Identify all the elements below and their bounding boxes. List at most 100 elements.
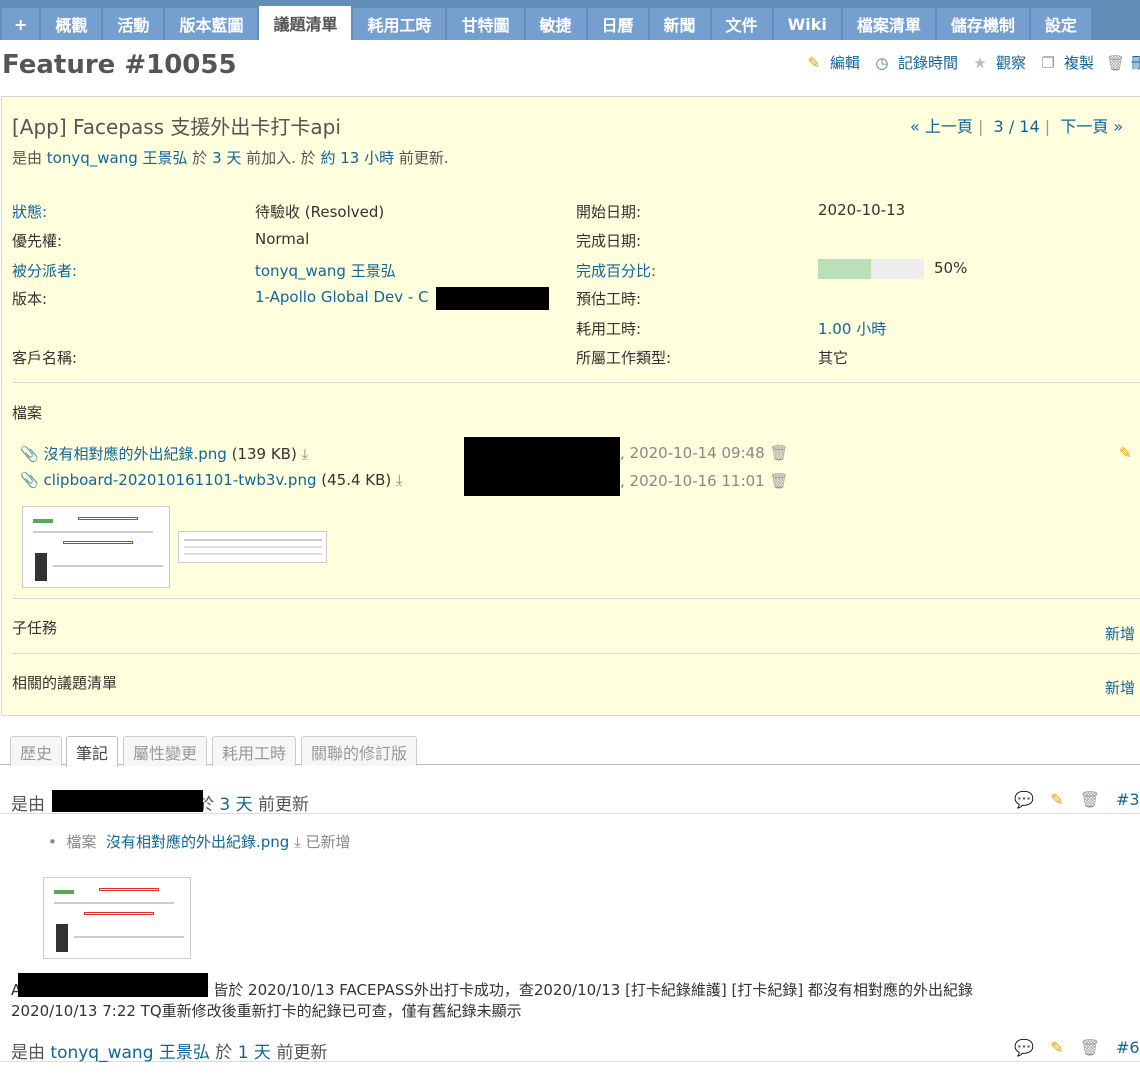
tab-label: 屬性變更 bbox=[133, 743, 198, 763]
tab-revisions[interactable]: 關聯的修訂版 bbox=[301, 736, 418, 766]
log-time-button[interactable]: ◷ 記錄時間 bbox=[872, 52, 958, 73]
attachment-thumbnail[interactable] bbox=[178, 531, 327, 563]
issue-pager: « 上一頁 | 3 / 14 | 下一頁 » bbox=[910, 117, 1124, 136]
tab-label: 關聯的修訂版 bbox=[311, 743, 408, 763]
priority-value: Normal bbox=[255, 230, 310, 248]
add-relation-link[interactable]: 新增 bbox=[1105, 677, 1135, 698]
status-value: 待驗收 (Resolved) bbox=[255, 203, 385, 221]
tab-time-entries[interactable]: 耗用工時 bbox=[212, 736, 297, 766]
journal-author-link[interactable]: tonyq_wang 王景弘 bbox=[50, 1043, 209, 1063]
download-icon[interactable]: ⤓ bbox=[302, 445, 309, 463]
version-label: 版本: bbox=[12, 290, 48, 308]
position-link[interactable]: 3 / 14 bbox=[994, 117, 1040, 136]
version-value[interactable]: 1-Apollo Global Dev - C bbox=[255, 288, 429, 306]
tab-label: 耗用工時 bbox=[222, 743, 287, 763]
tab-time-entries[interactable]: 耗用工時 bbox=[353, 8, 446, 40]
thumb-detail bbox=[184, 539, 322, 541]
journal-number[interactable]: #6 bbox=[1116, 1038, 1140, 1057]
done-ratio-value: 50% bbox=[934, 259, 968, 277]
tab-label: + bbox=[14, 14, 28, 34]
journal-note-line: 2020/10/13 7:22 TQ重新修改後重新打卡的紀錄已可查，僅有舊紀錄未… bbox=[11, 1002, 522, 1020]
tab-news[interactable]: 新聞 bbox=[649, 8, 710, 40]
assignee-value[interactable]: tonyq_wang 王景弘 bbox=[255, 260, 396, 281]
page-title: Feature #10055 bbox=[2, 50, 237, 80]
detail-label: 檔案 bbox=[66, 833, 97, 851]
redaction-box bbox=[52, 790, 203, 812]
trash-icon[interactable]: 🗑 bbox=[770, 444, 789, 462]
updated-link[interactable]: 約 13 小時 bbox=[320, 149, 394, 167]
copy-button[interactable]: ❐ 複製 bbox=[1038, 52, 1094, 73]
tab-new[interactable]: + bbox=[2, 8, 40, 40]
spent-value: 1.00 小時 bbox=[818, 318, 886, 339]
trash-icon[interactable]: 🗑 bbox=[1080, 1038, 1100, 1057]
tab-repository[interactable]: 儲存機制 bbox=[936, 8, 1029, 40]
next-link[interactable]: 下一頁 » bbox=[1060, 117, 1123, 136]
journal-number[interactable]: #3 bbox=[1116, 790, 1140, 809]
tab-label: 日曆 bbox=[601, 16, 634, 35]
tab-calendar[interactable]: 日曆 bbox=[587, 8, 648, 40]
journal-when-link[interactable]: 1 天 bbox=[238, 1043, 271, 1063]
redaction-box bbox=[464, 437, 620, 496]
status-label[interactable]: 狀態: bbox=[12, 201, 47, 222]
tab-label: 耗用工時 bbox=[367, 16, 432, 35]
pencil-icon[interactable]: ✎ bbox=[1119, 444, 1132, 462]
prev-link[interactable]: « 上一頁 bbox=[910, 117, 973, 136]
watch-label: 觀察 bbox=[995, 54, 1026, 72]
priority-label: 優先權: bbox=[12, 232, 63, 250]
tab-wiki[interactable]: Wiki bbox=[773, 8, 841, 40]
tab-label: 儲存機制 bbox=[950, 16, 1015, 35]
tab-settings[interactable]: 設定 bbox=[1030, 8, 1091, 40]
files-title: 檔案 bbox=[12, 404, 43, 422]
tab-property-changes[interactable]: 屬性變更 bbox=[123, 736, 208, 766]
trash-icon[interactable]: 🗑 bbox=[1080, 790, 1100, 809]
pencil-icon[interactable]: ✎ bbox=[1050, 1038, 1063, 1057]
journal-when-link[interactable]: 3 天 bbox=[219, 795, 252, 815]
author-link[interactable]: tonyq_wang 王景弘 bbox=[47, 149, 188, 167]
tab-label: 概觀 bbox=[55, 16, 88, 35]
journal-actions: 💬 ✎ 🗑 #3 bbox=[1014, 790, 1140, 809]
pencil-icon[interactable]: ✎ bbox=[1050, 790, 1063, 809]
spent-link[interactable]: 1.00 bbox=[818, 320, 851, 338]
comment-icon[interactable]: 💬 bbox=[1014, 1038, 1034, 1057]
copy-label: 複製 bbox=[1063, 54, 1094, 72]
file-date-text: , 2020-10-14 09:48 bbox=[620, 444, 765, 462]
journal-header: 是由 tonyq_wang 王景弘 於 1 天 前更新 💬 ✎ 🗑 #6 bbox=[0, 1036, 1140, 1063]
tab-roadmap[interactable]: 版本藍圖 bbox=[165, 8, 258, 40]
download-icon[interactable]: ⤓ bbox=[396, 471, 403, 489]
tab-activity[interactable]: 活動 bbox=[103, 8, 164, 40]
paperclip-icon: 📎 bbox=[20, 471, 39, 489]
journal-thumbnail[interactable] bbox=[43, 877, 191, 959]
trash-icon[interactable]: 🗑 bbox=[770, 472, 789, 490]
done-ratio-label[interactable]: 完成百分比: bbox=[576, 260, 656, 281]
detail-action: 已新增 bbox=[305, 833, 351, 851]
tab-label: 新聞 bbox=[663, 16, 696, 35]
watch-button[interactable]: ★ 觀察 bbox=[970, 52, 1026, 73]
thumb-detail bbox=[33, 531, 153, 533]
attachment-thumbnail[interactable] bbox=[22, 506, 170, 588]
contextual-actions: ✎ 編輯 ◷ 記錄時間 ★ 觀察 ❐ 複製 🗑 刪除 bbox=[804, 52, 1140, 73]
assignee-label[interactable]: 被分派者: bbox=[12, 260, 77, 281]
tab-overview[interactable]: 概觀 bbox=[41, 8, 102, 40]
comment-icon[interactable]: 💬 bbox=[1014, 790, 1034, 809]
file-link[interactable]: 沒有相對應的外出紀錄.png bbox=[43, 445, 226, 463]
tab-label: 歷史 bbox=[20, 743, 53, 763]
download-icon[interactable]: ⤓ bbox=[294, 833, 301, 851]
thumb-detail bbox=[99, 888, 159, 891]
tab-documents[interactable]: 文件 bbox=[711, 8, 772, 40]
tab-agile[interactable]: 敏捷 bbox=[525, 8, 586, 40]
thumb-detail bbox=[63, 541, 133, 544]
tab-files[interactable]: 檔案清單 bbox=[842, 8, 935, 40]
created-link[interactable]: 3 天 bbox=[212, 149, 241, 167]
progress-fill bbox=[818, 259, 871, 279]
add-subtask-link[interactable]: 新增 bbox=[1105, 623, 1135, 644]
tab-issues[interactable]: 議題清單 bbox=[259, 6, 352, 40]
tab-notes[interactable]: 筆記 bbox=[66, 736, 119, 767]
delete-button[interactable]: 🗑 刪除 bbox=[1106, 52, 1140, 73]
edit-button[interactable]: ✎ 編輯 bbox=[804, 52, 860, 73]
log-time-label: 記錄時間 bbox=[897, 54, 958, 72]
file-link[interactable]: clipboard-202010161101-twb3v.png bbox=[43, 471, 316, 489]
tab-history[interactable]: 歷史 bbox=[10, 736, 63, 766]
tab-gantt[interactable]: 甘特圖 bbox=[447, 8, 524, 40]
detail-file-link[interactable]: 沒有相對應的外出紀錄.png bbox=[106, 833, 289, 851]
file-row: 📎 沒有相對應的外出紀錄.png (139 KB) ⤓ bbox=[20, 443, 308, 464]
